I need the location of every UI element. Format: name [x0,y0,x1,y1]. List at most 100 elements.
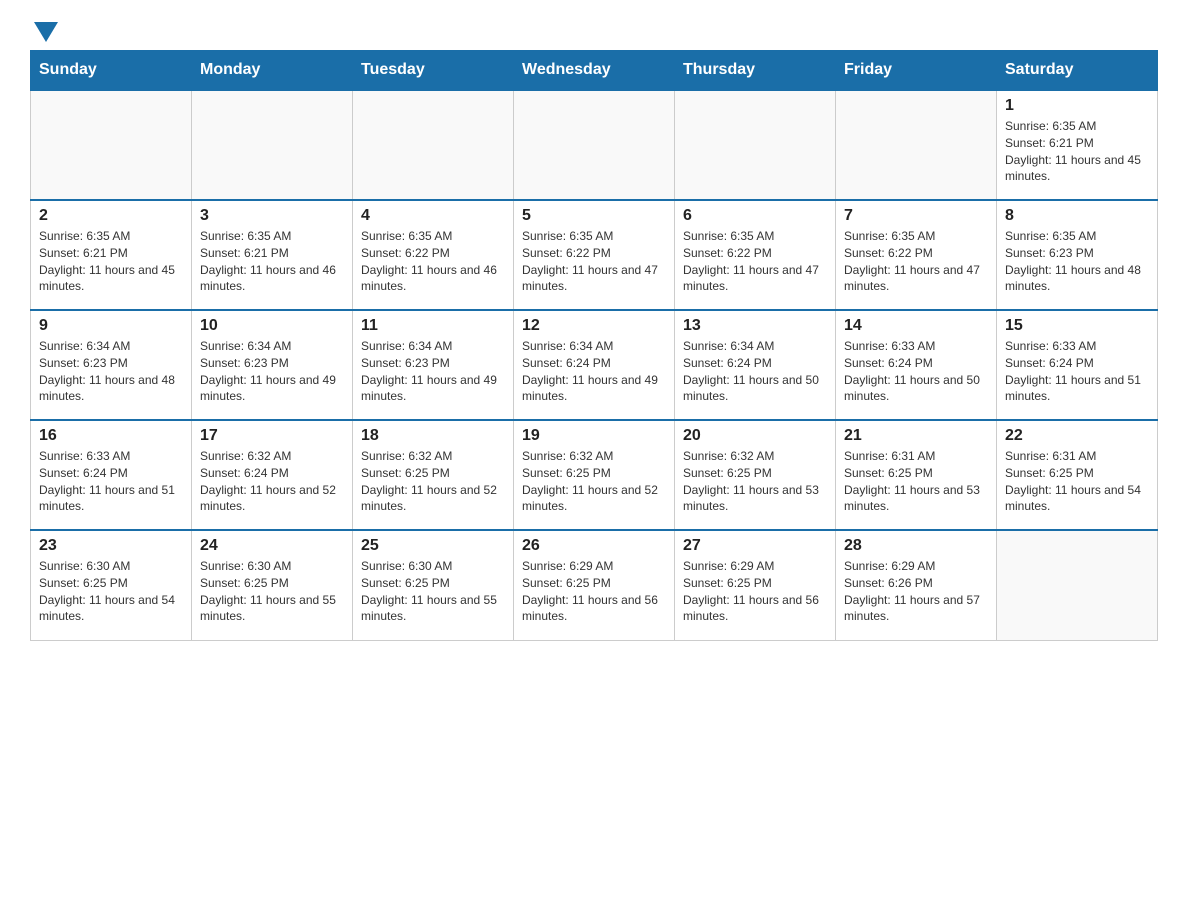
day-info: Sunrise: 6:32 AM Sunset: 6:25 PM Dayligh… [361,448,505,515]
day-number: 16 [39,427,183,445]
calendar-cell [353,90,514,200]
calendar-cell: 14 Sunrise: 6:33 AM Sunset: 6:24 PM Dayli… [836,310,997,420]
day-number: 13 [683,317,827,335]
day-of-week-header: Thursday [675,51,836,91]
day-number: 3 [200,207,344,225]
day-info: Sunrise: 6:34 AM Sunset: 6:24 PM Dayligh… [683,338,827,405]
day-number: 23 [39,537,183,555]
day-of-week-header: Monday [192,51,353,91]
day-number: 28 [844,537,988,555]
day-info: Sunrise: 6:34 AM Sunset: 6:24 PM Dayligh… [522,338,666,405]
day-info: Sunrise: 6:35 AM Sunset: 6:22 PM Dayligh… [361,228,505,295]
day-of-week-header: Saturday [997,51,1158,91]
day-number: 19 [522,427,666,445]
day-info: Sunrise: 6:32 AM Sunset: 6:25 PM Dayligh… [683,448,827,515]
day-number: 12 [522,317,666,335]
calendar-header-row: SundayMondayTuesdayWednesdayThursdayFrid… [31,51,1158,91]
calendar-cell: 17 Sunrise: 6:32 AM Sunset: 6:24 PM Dayli… [192,420,353,530]
day-info: Sunrise: 6:29 AM Sunset: 6:25 PM Dayligh… [683,558,827,625]
day-number: 18 [361,427,505,445]
calendar-table: SundayMondayTuesdayWednesdayThursdayFrid… [30,50,1158,641]
calendar-cell: 23 Sunrise: 6:30 AM Sunset: 6:25 PM Dayli… [31,530,192,640]
day-info: Sunrise: 6:34 AM Sunset: 6:23 PM Dayligh… [361,338,505,405]
day-number: 24 [200,537,344,555]
day-number: 5 [522,207,666,225]
calendar-cell: 27Sunrise: 6:29 AM Sunset: 6:25 PM Dayli… [675,530,836,640]
day-info: Sunrise: 6:33 AM Sunset: 6:24 PM Dayligh… [844,338,988,405]
calendar-week-row: 16 Sunrise: 6:33 AM Sunset: 6:24 PM Dayli… [31,420,1158,530]
day-info: Sunrise: 6:29 AM Sunset: 6:25 PM Dayligh… [522,558,666,625]
calendar-cell: 3 Sunrise: 6:35 AM Sunset: 6:21 PM Daylig… [192,200,353,310]
calendar-cell: 12 Sunrise: 6:34 AM Sunset: 6:24 PM Dayli… [514,310,675,420]
page-header [30,20,1158,40]
calendar-week-row: 1 Sunrise: 6:35 AM Sunset: 6:21 PM Daylig… [31,90,1158,200]
calendar-cell [997,530,1158,640]
day-info: Sunrise: 6:35 AM Sunset: 6:23 PM Dayligh… [1005,228,1149,295]
calendar-cell: 19 Sunrise: 6:32 AM Sunset: 6:25 PM Dayli… [514,420,675,530]
day-number: 21 [844,427,988,445]
day-number: 26 [522,537,666,555]
day-of-week-header: Sunday [31,51,192,91]
calendar-cell: 18 Sunrise: 6:32 AM Sunset: 6:25 PM Dayli… [353,420,514,530]
calendar-cell: 6 Sunrise: 6:35 AM Sunset: 6:22 PM Daylig… [675,200,836,310]
calendar-cell: 2 Sunrise: 6:35 AM Sunset: 6:21 PM Daylig… [31,200,192,310]
day-info: Sunrise: 6:31 AM Sunset: 6:25 PM Dayligh… [1005,448,1149,515]
calendar-cell: 8 Sunrise: 6:35 AM Sunset: 6:23 PM Daylig… [997,200,1158,310]
calendar-week-row: 23 Sunrise: 6:30 AM Sunset: 6:25 PM Dayli… [31,530,1158,640]
day-info: Sunrise: 6:32 AM Sunset: 6:25 PM Dayligh… [522,448,666,515]
day-number: 8 [1005,207,1149,225]
calendar-cell [192,90,353,200]
day-number: 9 [39,317,183,335]
calendar-cell [514,90,675,200]
day-info: Sunrise: 6:33 AM Sunset: 6:24 PM Dayligh… [39,448,183,515]
day-info: Sunrise: 6:34 AM Sunset: 6:23 PM Dayligh… [200,338,344,405]
day-number: 2 [39,207,183,225]
day-number: 11 [361,317,505,335]
day-info: Sunrise: 6:31 AM Sunset: 6:25 PM Dayligh… [844,448,988,515]
day-number: 4 [361,207,505,225]
calendar-cell: 4 Sunrise: 6:35 AM Sunset: 6:22 PM Daylig… [353,200,514,310]
calendar-cell: 21 Sunrise: 6:31 AM Sunset: 6:25 PM Dayli… [836,420,997,530]
day-number: 7 [844,207,988,225]
day-number: 22 [1005,427,1149,445]
day-of-week-header: Friday [836,51,997,91]
logo-triangle-icon [34,22,58,42]
day-info: Sunrise: 6:29 AM Sunset: 6:26 PM Dayligh… [844,558,988,625]
calendar-cell: 11 Sunrise: 6:34 AM Sunset: 6:23 PM Dayli… [353,310,514,420]
calendar-cell: 7 Sunrise: 6:35 AM Sunset: 6:22 PM Daylig… [836,200,997,310]
calendar-cell: 13 Sunrise: 6:34 AM Sunset: 6:24 PM Dayli… [675,310,836,420]
calendar-cell: 5 Sunrise: 6:35 AM Sunset: 6:22 PM Daylig… [514,200,675,310]
day-of-week-header: Tuesday [353,51,514,91]
day-number: 17 [200,427,344,445]
calendar-cell: 26 Sunrise: 6:29 AM Sunset: 6:25 PM Dayli… [514,530,675,640]
calendar-cell: 22 Sunrise: 6:31 AM Sunset: 6:25 PM Dayli… [997,420,1158,530]
calendar-cell [31,90,192,200]
day-number: 14 [844,317,988,335]
day-number: 10 [200,317,344,335]
day-info: Sunrise: 6:35 AM Sunset: 6:21 PM Dayligh… [1005,118,1149,185]
day-number: 20 [683,427,827,445]
day-info: Sunrise: 6:35 AM Sunset: 6:22 PM Dayligh… [683,228,827,295]
day-info: Sunrise: 6:30 AM Sunset: 6:25 PM Dayligh… [39,558,183,625]
day-info: Sunrise: 6:35 AM Sunset: 6:21 PM Dayligh… [200,228,344,295]
day-number: 25 [361,537,505,555]
calendar-cell [836,90,997,200]
calendar-cell: 25 Sunrise: 6:30 AM Sunset: 6:25 PM Dayli… [353,530,514,640]
calendar-week-row: 9 Sunrise: 6:34 AM Sunset: 6:23 PM Daylig… [31,310,1158,420]
day-of-week-header: Wednesday [514,51,675,91]
calendar-cell: 28 Sunrise: 6:29 AM Sunset: 6:26 PM Dayli… [836,530,997,640]
day-number: 1 [1005,97,1149,115]
calendar-cell: 1 Sunrise: 6:35 AM Sunset: 6:21 PM Daylig… [997,90,1158,200]
logo [30,20,58,40]
day-info: Sunrise: 6:35 AM Sunset: 6:22 PM Dayligh… [844,228,988,295]
day-info: Sunrise: 6:35 AM Sunset: 6:22 PM Dayligh… [522,228,666,295]
calendar-cell: 16 Sunrise: 6:33 AM Sunset: 6:24 PM Dayli… [31,420,192,530]
calendar-week-row: 2 Sunrise: 6:35 AM Sunset: 6:21 PM Daylig… [31,200,1158,310]
day-number: 6 [683,207,827,225]
day-info: Sunrise: 6:32 AM Sunset: 6:24 PM Dayligh… [200,448,344,515]
day-info: Sunrise: 6:34 AM Sunset: 6:23 PM Dayligh… [39,338,183,405]
day-info: Sunrise: 6:30 AM Sunset: 6:25 PM Dayligh… [361,558,505,625]
calendar-cell: 10 Sunrise: 6:34 AM Sunset: 6:23 PM Dayli… [192,310,353,420]
calendar-cell: 24Sunrise: 6:30 AM Sunset: 6:25 PM Dayli… [192,530,353,640]
day-info: Sunrise: 6:35 AM Sunset: 6:21 PM Dayligh… [39,228,183,295]
